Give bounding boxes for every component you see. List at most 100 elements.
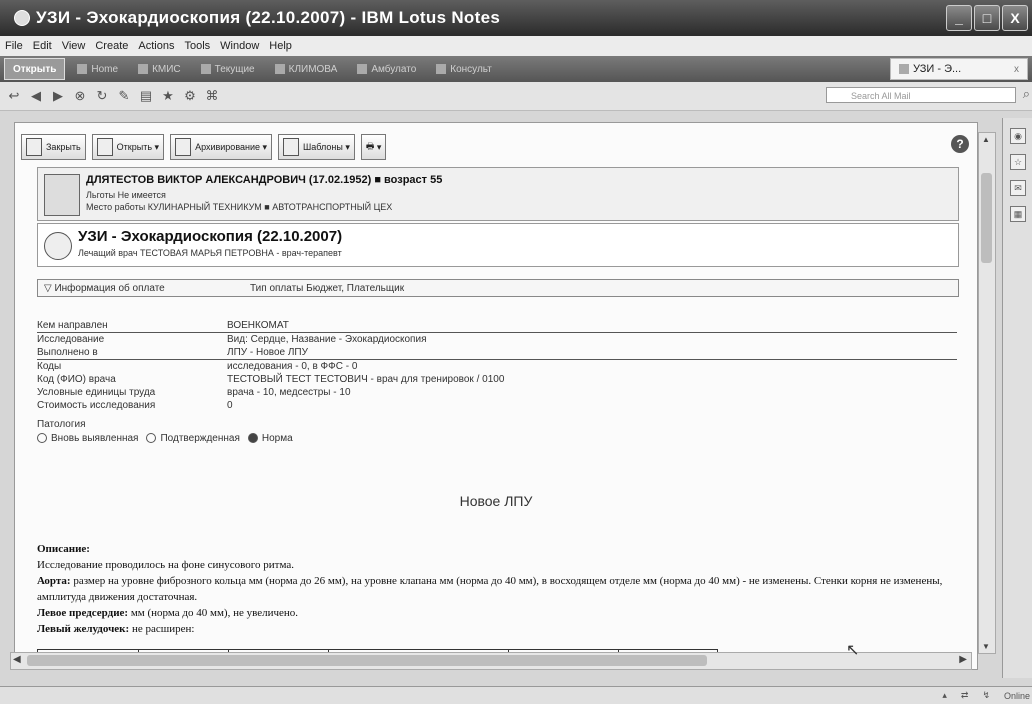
minimize-button[interactable]: _ <box>946 5 972 31</box>
aorta-paragraph: Аорта: размер на уровне фиброзного кольц… <box>37 573 967 605</box>
lpu-name: Новое ЛПУ <box>459 493 533 509</box>
menu-file[interactable]: File <box>0 40 28 52</box>
study-header: УЗИ - Эхокардиоскопия (22.10.2007) Лечащ… <box>37 223 959 267</box>
close-button[interactable]: X <box>1002 5 1028 31</box>
status-bar: ▴ ⇄ ↯ Online <box>0 686 1032 704</box>
tab-label: УЗИ - Э... <box>913 63 962 75</box>
description-section: Описание: Исследование проводилось на фо… <box>37 541 967 637</box>
horizontal-scroll-thumb[interactable] <box>27 655 707 666</box>
online-status[interactable]: Online <box>1004 691 1030 701</box>
horizontal-scrollbar[interactable]: ◀ ▶ <box>10 652 972 670</box>
archive-icon <box>175 138 192 156</box>
payment-section[interactable]: ▽ Информация об оплате Тип оплаты Бюджет… <box>37 279 959 297</box>
field-row: Код (ФИО) врача ТЕСТОВЫЙ ТЕСТ ТЕСТОВИЧ - … <box>37 373 957 386</box>
tab-label: Home <box>91 63 119 75</box>
open-button[interactable]: Открыть <box>4 58 66 80</box>
favorites-icon[interactable]: ☆ <box>1010 154 1026 170</box>
tab-consult[interactable]: Консульт <box>428 59 500 79</box>
menu-bar: File Edit View Create Actions Tools Wind… <box>0 36 1032 56</box>
payment-type: Тип оплаты Бюджет, Плательщик <box>250 282 405 294</box>
menu-view[interactable]: View <box>57 40 91 52</box>
status-arrow-icon[interactable]: ▴ <box>942 690 947 701</box>
patient-header: ДЛЯТЕСТОВ ВИКТОР АЛЕКСАНДРОВИЧ (17.02.19… <box>37 167 959 221</box>
scroll-up-icon[interactable]: ▲ <box>982 135 990 144</box>
patient-avatar <box>44 174 80 216</box>
database-icon <box>138 64 149 74</box>
tab-uzi-active[interactable]: УЗИ - Э... x <box>890 58 1028 80</box>
field-value: ВОЕНКОМАТ <box>227 320 289 331</box>
tab-outpatient[interactable]: Амбулато <box>349 59 424 79</box>
template-icon <box>283 138 300 156</box>
stop-icon[interactable]: ⊗ <box>72 88 88 104</box>
sametime-icon[interactable]: ◉ <box>1010 128 1026 144</box>
field-value: ТЕСТОВЫЙ ТЕСТ ТЕСТОВИЧ - врач для тренир… <box>227 374 505 385</box>
pathology-options: Вновь выявленная Подтвержденная Норма <box>37 432 957 446</box>
sync-icon: ↯ <box>982 690 990 700</box>
lotus-notes-icon <box>14 10 30 26</box>
search-input[interactable]: Search All Mail <box>826 87 1016 103</box>
title-bar: УЗИ - Эхокардиоскопия (22.10.2007) - IBM… <box>0 0 1032 36</box>
vertical-scrollbar[interactable]: ▲ ▼ <box>978 132 996 654</box>
field-row: Коды исследования - 0, в ФФС - 0 <box>37 360 957 373</box>
radio-icon <box>146 433 157 444</box>
sidebar-panel: ◉ ☆ ✉ ▦ <box>1002 118 1032 678</box>
archive-button[interactable]: Архивирование ▾ <box>170 134 273 160</box>
search-icon[interactable]: ⌕ <box>1023 86 1030 102</box>
menu-window[interactable]: Window <box>215 40 264 52</box>
tab-close-icon[interactable]: x <box>1014 64 1019 75</box>
menu-create[interactable]: Create <box>90 40 133 52</box>
menu-actions[interactable]: Actions <box>133 40 179 52</box>
database-icon <box>200 64 211 74</box>
mouse-pointer-icon: ↖ <box>846 642 860 659</box>
tab-current[interactable]: Текущие <box>193 59 263 79</box>
tab-home[interactable]: Home <box>69 59 126 79</box>
reply-icon[interactable]: ↩ <box>6 88 22 104</box>
tab-label: КМИС <box>152 63 181 75</box>
forward-icon[interactable]: ▶ <box>50 88 66 104</box>
tab-kmis[interactable]: КМИС <box>130 59 189 79</box>
maximize-button[interactable]: □ <box>974 5 1000 31</box>
radio-label: Подтвержденная <box>160 433 240 444</box>
templates-button[interactable]: Шаблоны ▾ <box>278 134 355 160</box>
send-button[interactable]: Открыть ▾ <box>91 134 165 160</box>
bookmark-icon[interactable]: ★ <box>160 88 176 104</box>
main-toolbar: ↩ ◀ ▶ ⊗ ↻ ✎ ▤ ★ ⚙ ⌘ Search All Mail ⌕ <box>0 82 1032 111</box>
printer-icon: 🖶 <box>365 141 375 151</box>
print-button[interactable]: 🖶 ▾ <box>360 134 387 160</box>
radio-normal[interactable]: Норма <box>247 432 293 446</box>
refresh-icon[interactable]: ↻ <box>94 88 110 104</box>
attach-icon[interactable]: ⌘ <box>204 88 220 104</box>
connection-icon: ⇄ <box>960 690 969 700</box>
tab-label: КЛИМОВА <box>288 63 338 75</box>
tab-label: Консульт <box>450 63 492 75</box>
payment-toggle[interactable]: ▽ Информация об оплате <box>44 283 224 294</box>
radio-confirmed[interactable]: Подтвержденная <box>146 432 240 446</box>
aorta-text: размер на уровне фиброзного кольца мм (н… <box>37 575 943 603</box>
tools-icon[interactable]: ⚙ <box>182 88 198 104</box>
document-actions: Закрыть Открыть ▾ Архивирование ▾ Шаблон… <box>15 131 977 163</box>
home-icon <box>77 64 88 74</box>
tab-klimova[interactable]: КЛИМОВА <box>267 59 346 79</box>
radio-new[interactable]: Вновь выявленная <box>37 432 138 446</box>
scroll-left-icon[interactable]: ◀ <box>13 654 21 665</box>
menu-edit[interactable]: Edit <box>28 40 57 52</box>
mail-icon[interactable]: ✉ <box>1010 180 1026 196</box>
patient-work: Место работы КУЛИНАРНЫЙ ТЕХНИКУМ ■ АВТОТ… <box>86 202 393 212</box>
back-icon[interactable]: ◀ <box>28 88 44 104</box>
close-document-button[interactable]: Закрыть <box>21 134 86 160</box>
field-label: Стоимость исследования <box>37 400 156 411</box>
edit-icon[interactable]: ✎ <box>116 88 132 104</box>
scroll-right-icon[interactable]: ▶ <box>959 654 967 665</box>
vertical-scroll-thumb[interactable] <box>981 173 992 263</box>
patient-benefits: Льготы Не имеется <box>86 190 166 200</box>
tab-bar: Открыть Home КМИС Текущие КЛИМОВА Амбула… <box>0 56 1032 82</box>
menu-help[interactable]: Help <box>264 40 297 52</box>
help-icon[interactable]: ? <box>951 135 969 153</box>
menu-tools[interactable]: Tools <box>179 40 215 52</box>
calendar-icon[interactable]: ▦ <box>1010 206 1026 222</box>
close-doc-icon <box>26 138 42 156</box>
scroll-down-icon[interactable]: ▼ <box>982 642 990 651</box>
send-icon <box>96 138 113 156</box>
status-area: ▴ ⇄ ↯ Online <box>942 690 1030 701</box>
print-icon[interactable]: ▤ <box>138 88 154 104</box>
